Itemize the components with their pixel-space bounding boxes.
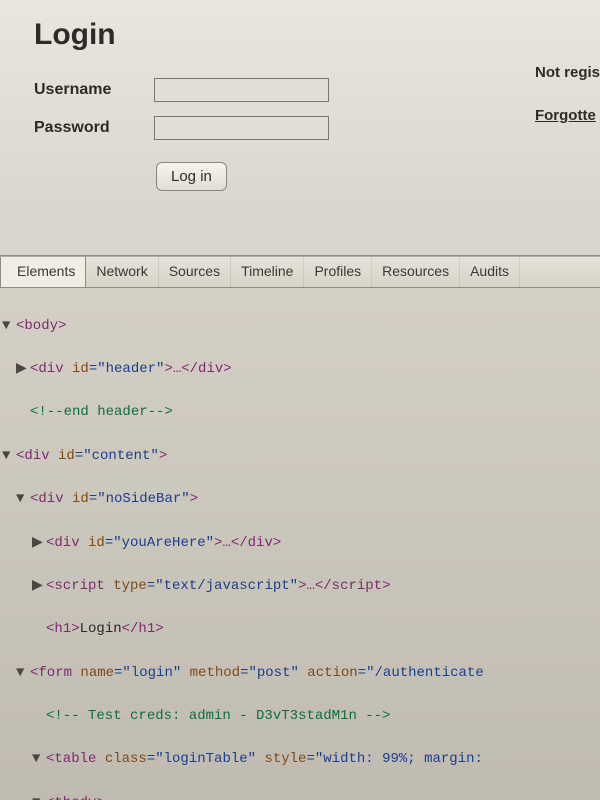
tab-elements[interactable]: Elements bbox=[0, 257, 86, 287]
username-label: Username bbox=[34, 81, 134, 99]
password-input[interactable] bbox=[154, 116, 329, 140]
tab-resources[interactable]: Resources bbox=[372, 257, 460, 287]
tab-profiles[interactable]: Profiles bbox=[304, 257, 372, 287]
login-button[interactable]: Log in bbox=[156, 162, 227, 191]
page-title: Login bbox=[34, 18, 578, 52]
test-creds-comment: <!-- Test creds: admin - D3vT3stadM1n --… bbox=[46, 708, 390, 724]
tab-network[interactable]: Network bbox=[86, 257, 158, 287]
tab-sources[interactable]: Sources bbox=[159, 257, 231, 287]
password-label: Password bbox=[34, 119, 134, 137]
password-row: Password bbox=[34, 116, 578, 140]
login-button-row: Log in bbox=[156, 162, 578, 191]
dom-tree[interactable]: ▼<body> ▶<div id="header">…</div> <!--en… bbox=[0, 288, 600, 800]
not-registered-text: Not regis bbox=[535, 64, 600, 81]
devtools-tabs: Elements Network Sources Timeline Profil… bbox=[0, 256, 600, 288]
forgotten-link[interactable]: Forgotte bbox=[535, 107, 600, 124]
side-links: Not regis Forgotte bbox=[535, 64, 600, 124]
tab-timeline[interactable]: Timeline bbox=[231, 257, 304, 287]
login-page: Login Username Password Log in Not regis… bbox=[0, 0, 600, 256]
username-row: Username bbox=[34, 78, 578, 102]
devtools-panel: Elements Network Sources Timeline Profil… bbox=[0, 256, 600, 800]
tab-audits[interactable]: Audits bbox=[460, 257, 520, 287]
username-input[interactable] bbox=[154, 78, 329, 102]
